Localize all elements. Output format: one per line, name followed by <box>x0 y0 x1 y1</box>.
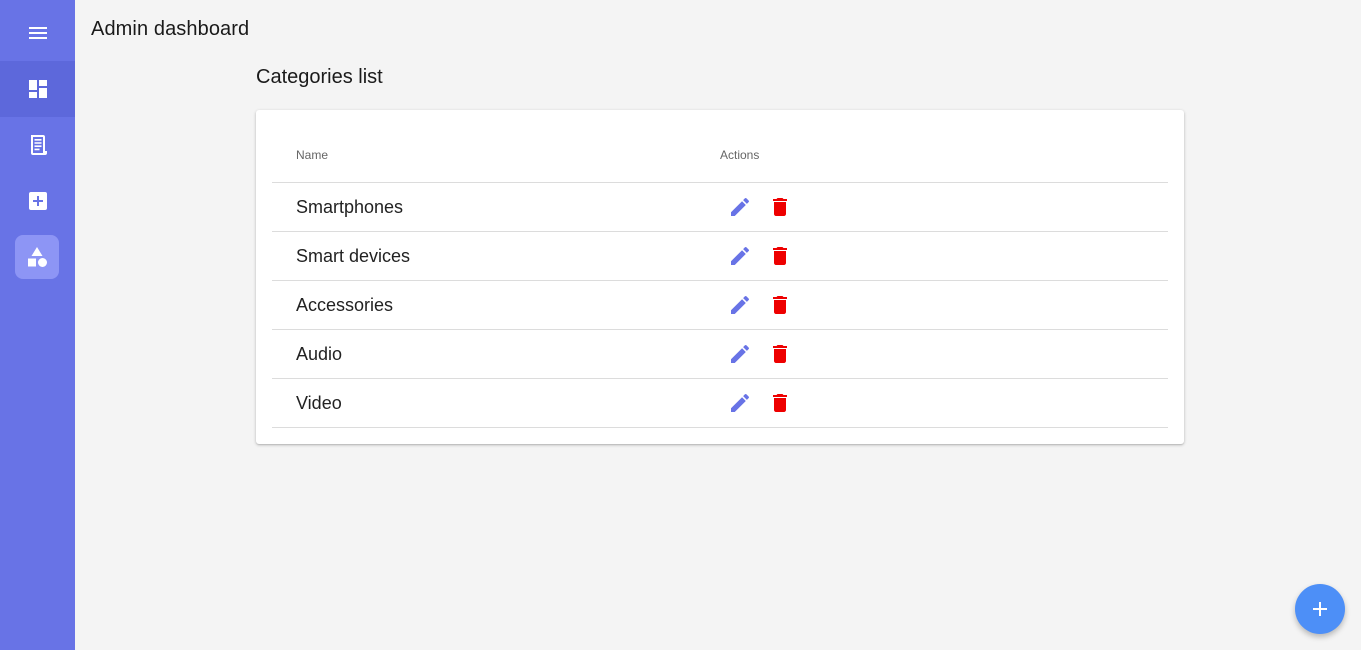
category-name: Audio <box>296 344 343 364</box>
pencil-icon <box>731 393 750 412</box>
trash-icon <box>773 247 787 265</box>
table-row: Accessories <box>272 281 1168 330</box>
categories-card: Name Actions Smartphones Smart devices A… <box>256 110 1184 444</box>
categories-table: Name Actions Smartphones Smart devices A… <box>272 134 1168 428</box>
pencil-icon <box>731 344 750 363</box>
sidebar-menu-button[interactable] <box>0 5 75 61</box>
edit-button[interactable] <box>728 244 752 268</box>
sidebar-item-add-product[interactable] <box>0 173 75 229</box>
category-name: Smart devices <box>296 246 411 266</box>
dashboard-icon <box>28 80 47 98</box>
table-header: Name Actions <box>272 134 1168 183</box>
sidebar <box>0 0 75 650</box>
menu-icon <box>28 27 47 39</box>
delete-button[interactable] <box>768 195 792 219</box>
page-title: Categories list <box>256 66 383 88</box>
delete-button[interactable] <box>768 391 792 415</box>
category-name: Accessories <box>296 295 394 315</box>
edit-button[interactable] <box>728 195 752 219</box>
delete-button[interactable] <box>768 244 792 268</box>
receipt-icon <box>30 135 47 155</box>
column-header-actions: Actions <box>720 148 760 162</box>
pencil-icon <box>731 197 750 216</box>
trash-icon <box>773 345 787 363</box>
delete-button[interactable] <box>768 293 792 317</box>
pencil-icon <box>731 246 750 265</box>
trash-icon <box>773 394 787 412</box>
category-name: Smartphones <box>296 197 404 217</box>
sidebar-item-dashboard[interactable] <box>0 61 75 117</box>
add-box-icon <box>28 192 47 210</box>
table-row: Audio <box>272 330 1168 379</box>
table-row: Smart devices <box>272 232 1168 281</box>
category-name: Video <box>296 393 342 413</box>
table-row: Video <box>272 379 1168 428</box>
delete-button[interactable] <box>768 342 792 366</box>
pencil-icon <box>731 295 750 314</box>
add-category-button[interactable] <box>1295 584 1345 634</box>
app-title: Admin dashboard <box>91 18 250 40</box>
trash-icon <box>773 296 787 314</box>
category-icon <box>28 247 47 267</box>
sidebar-item-orders[interactable] <box>0 117 75 173</box>
column-header-name: Name <box>296 148 329 162</box>
edit-button[interactable] <box>728 342 752 366</box>
edit-button[interactable] <box>728 293 752 317</box>
trash-icon <box>773 198 787 216</box>
sidebar-item-categories[interactable] <box>15 235 59 279</box>
edit-button[interactable] <box>728 391 752 415</box>
plus-icon <box>1313 602 1327 616</box>
table-row: Smartphones <box>272 183 1168 232</box>
